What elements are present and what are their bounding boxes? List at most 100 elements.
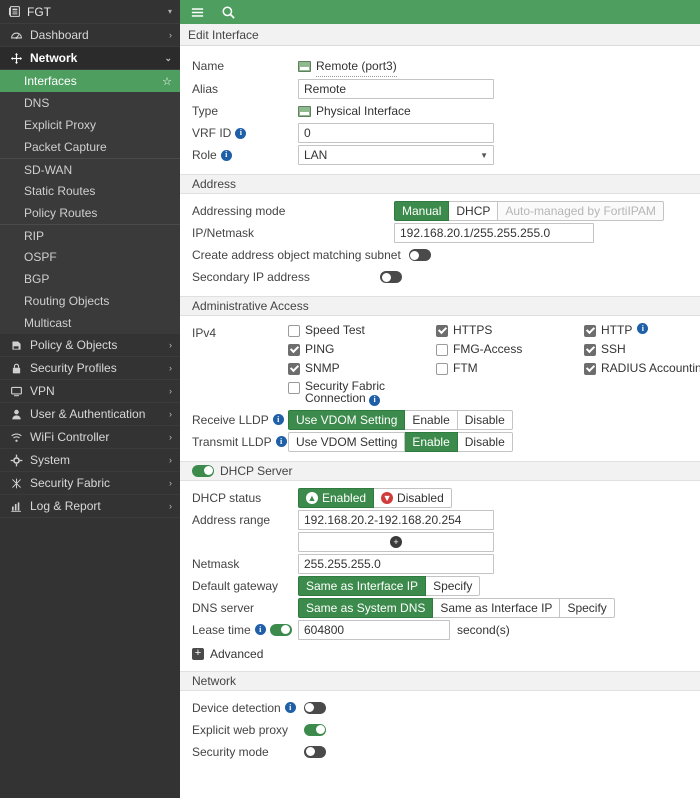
checkbox-snmp[interactable]: SNMP: [288, 361, 436, 375]
sidebar-item-vpn[interactable]: VPN ›: [0, 380, 180, 403]
secondary-ip-toggle[interactable]: [380, 271, 402, 283]
advanced-expander[interactable]: + Advanced: [180, 641, 700, 663]
dhcp-dns-segmented[interactable]: Same as System DNS Same as Interface IP …: [298, 598, 615, 618]
chevron-right-icon: ›: [169, 501, 172, 511]
sidebar-item-system[interactable]: System ›: [0, 449, 180, 472]
info-icon[interactable]: i: [637, 323, 648, 334]
ip-netmask-input[interactable]: 192.168.20.1/255.255.255.0: [394, 223, 594, 243]
security-mode-toggle[interactable]: [304, 746, 326, 758]
dns-same-as-interface-button[interactable]: Same as Interface IP: [433, 598, 560, 618]
gateway-same-as-interface-button[interactable]: Same as Interface IP: [298, 576, 426, 596]
dashboard-icon: [8, 29, 24, 42]
sidebar-item-log-report[interactable]: Log & Report ›: [0, 495, 180, 518]
dhcp-enabled-button[interactable]: ▲ Enabled: [298, 488, 374, 508]
fabric-icon: [8, 477, 24, 490]
sidebar-item-user-authentication[interactable]: User & Authentication ›: [0, 403, 180, 426]
checkbox-radius-accounting[interactable]: RADIUS Accounting: [584, 361, 700, 375]
sidebar-item-wifi-controller[interactable]: WiFi Controller ›: [0, 426, 180, 449]
sidebar-item-bgp[interactable]: BGP: [0, 268, 180, 290]
receive-lldp-disable-button[interactable]: Disable: [458, 410, 513, 430]
sidebar-item-rip[interactable]: RIP: [0, 224, 180, 246]
sidebar-item-multicast[interactable]: Multicast: [0, 312, 180, 334]
info-icon[interactable]: i: [369, 395, 380, 406]
sidebar-label: BGP: [24, 272, 172, 286]
checkbox-fmg-access[interactable]: FMG-Access: [436, 342, 584, 356]
info-icon[interactable]: i: [255, 624, 266, 635]
checkbox-speed-test[interactable]: Speed Test: [288, 323, 436, 337]
checkbox-ping[interactable]: PING: [288, 342, 436, 356]
receive-lldp-segmented[interactable]: Use VDOM Setting Enable Disable: [288, 410, 513, 430]
info-icon[interactable]: i: [285, 702, 296, 713]
security-mode-row: Security mode: [180, 741, 700, 763]
sidebar-item-policy-objects[interactable]: Policy & Objects ›: [0, 334, 180, 357]
role-select[interactable]: LAN ▼: [298, 145, 494, 165]
top-bar: [180, 0, 700, 24]
alias-input[interactable]: Remote: [298, 79, 494, 99]
checkbox-label: HTTP: [601, 323, 632, 337]
checkbox-security-fabric-connection[interactable]: Security Fabric Connection i: [288, 380, 436, 406]
dhcp-lease-time-input[interactable]: 604800: [298, 620, 450, 640]
sidebar-item-security-fabric[interactable]: Security Fabric ›: [0, 472, 180, 495]
dhcp-address-range-input[interactable]: 192.168.20.2-192.168.20.254: [298, 510, 494, 530]
sidebar-item-static-routes[interactable]: Static Routes: [0, 180, 180, 202]
sidebar-item-network[interactable]: Network ⌄: [0, 47, 180, 70]
checkbox-ssh[interactable]: SSH: [584, 342, 700, 356]
receive-lldp-enable-button[interactable]: Enable: [405, 410, 457, 430]
info-icon[interactable]: i: [273, 414, 284, 425]
checkbox-https[interactable]: HTTPS: [436, 323, 584, 337]
alias-row: Alias Remote: [180, 78, 700, 100]
dhcp-disabled-button[interactable]: ▼ Disabled: [374, 488, 452, 508]
dhcp-status-segmented[interactable]: ▲ Enabled ▼ Disabled: [298, 488, 452, 508]
sidebar-brand[interactable]: FGT ▾: [0, 0, 180, 24]
sidebar-item-dns[interactable]: DNS: [0, 92, 180, 114]
sidebar-item-interfaces[interactable]: Interfaces ☆: [0, 70, 180, 92]
explicit-web-proxy-toggle[interactable]: [304, 724, 326, 736]
chevron-down-icon[interactable]: ▾: [168, 7, 172, 16]
sidebar-item-routing-objects[interactable]: Routing Objects: [0, 290, 180, 312]
transmit-lldp-vdom-button[interactable]: Use VDOM Setting: [288, 432, 405, 452]
sidebar-label: Interfaces: [24, 74, 162, 88]
breadcrumb: Edit Interface: [180, 24, 700, 46]
star-icon[interactable]: ☆: [162, 75, 172, 88]
checkbox-ftm[interactable]: FTM: [436, 361, 584, 375]
address-section-title: Address: [192, 177, 236, 191]
hamburger-icon[interactable]: [190, 5, 205, 20]
device-detection-toggle[interactable]: [304, 702, 326, 714]
transmit-lldp-enable-button[interactable]: Enable: [405, 432, 457, 452]
dhcp-netmask-input[interactable]: 255.255.255.0: [298, 554, 494, 574]
mode-manual-button[interactable]: Manual: [394, 201, 449, 221]
checkbox-http[interactable]: HTTP i: [584, 323, 700, 337]
addressing-mode-segmented[interactable]: Manual DHCP Auto-managed by FortiIPAM: [394, 201, 664, 221]
sidebar-item-ospf[interactable]: OSPF: [0, 246, 180, 268]
add-address-range-button[interactable]: +: [298, 532, 494, 552]
explicit-web-proxy-label: Explicit web proxy: [192, 720, 304, 740]
ip-netmask-row: IP/Netmask 192.168.20.1/255.255.255.0: [180, 222, 700, 244]
info-icon[interactable]: i: [235, 128, 246, 139]
transmit-lldp-segmented[interactable]: Use VDOM Setting Enable Disable: [288, 432, 513, 452]
checkbox-label: HTTPS: [453, 323, 492, 337]
mode-dhcp-button[interactable]: DHCP: [449, 201, 498, 221]
transmit-lldp-disable-button[interactable]: Disable: [458, 432, 513, 452]
dhcp-gateway-segmented[interactable]: Same as Interface IP Specify: [298, 576, 480, 596]
create-address-object-toggle[interactable]: [409, 249, 431, 261]
checkbox-box: [436, 325, 448, 337]
sidebar: FGT ▾ Dashboard › Network ⌄ Interfaces ☆…: [0, 0, 180, 798]
sidebar-item-sd-wan[interactable]: SD-WAN: [0, 158, 180, 180]
receive-lldp-vdom-button[interactable]: Use VDOM Setting: [288, 410, 405, 430]
dns-specify-button[interactable]: Specify: [560, 598, 614, 618]
vrf-input[interactable]: 0: [298, 123, 494, 143]
sidebar-item-policy-routes[interactable]: Policy Routes: [0, 202, 180, 224]
info-icon[interactable]: i: [276, 436, 287, 447]
info-icon[interactable]: i: [221, 150, 232, 161]
sidebar-item-security-profiles[interactable]: Security Profiles ›: [0, 357, 180, 380]
dns-same-as-system-button[interactable]: Same as System DNS: [298, 598, 433, 618]
fortigate-admin-window: FGT ▾ Dashboard › Network ⌄ Interfaces ☆…: [0, 0, 700, 798]
search-icon[interactable]: [221, 5, 236, 20]
gateway-specify-button[interactable]: Specify: [426, 576, 480, 596]
sidebar-item-explicit-proxy[interactable]: Explicit Proxy: [0, 114, 180, 136]
dhcp-server-toggle[interactable]: [192, 465, 214, 477]
dhcp-status-label: DHCP status: [192, 488, 298, 508]
sidebar-item-packet-capture[interactable]: Packet Capture: [0, 136, 180, 158]
sidebar-item-dashboard[interactable]: Dashboard ›: [0, 24, 180, 47]
lease-time-toggle[interactable]: [270, 624, 292, 636]
